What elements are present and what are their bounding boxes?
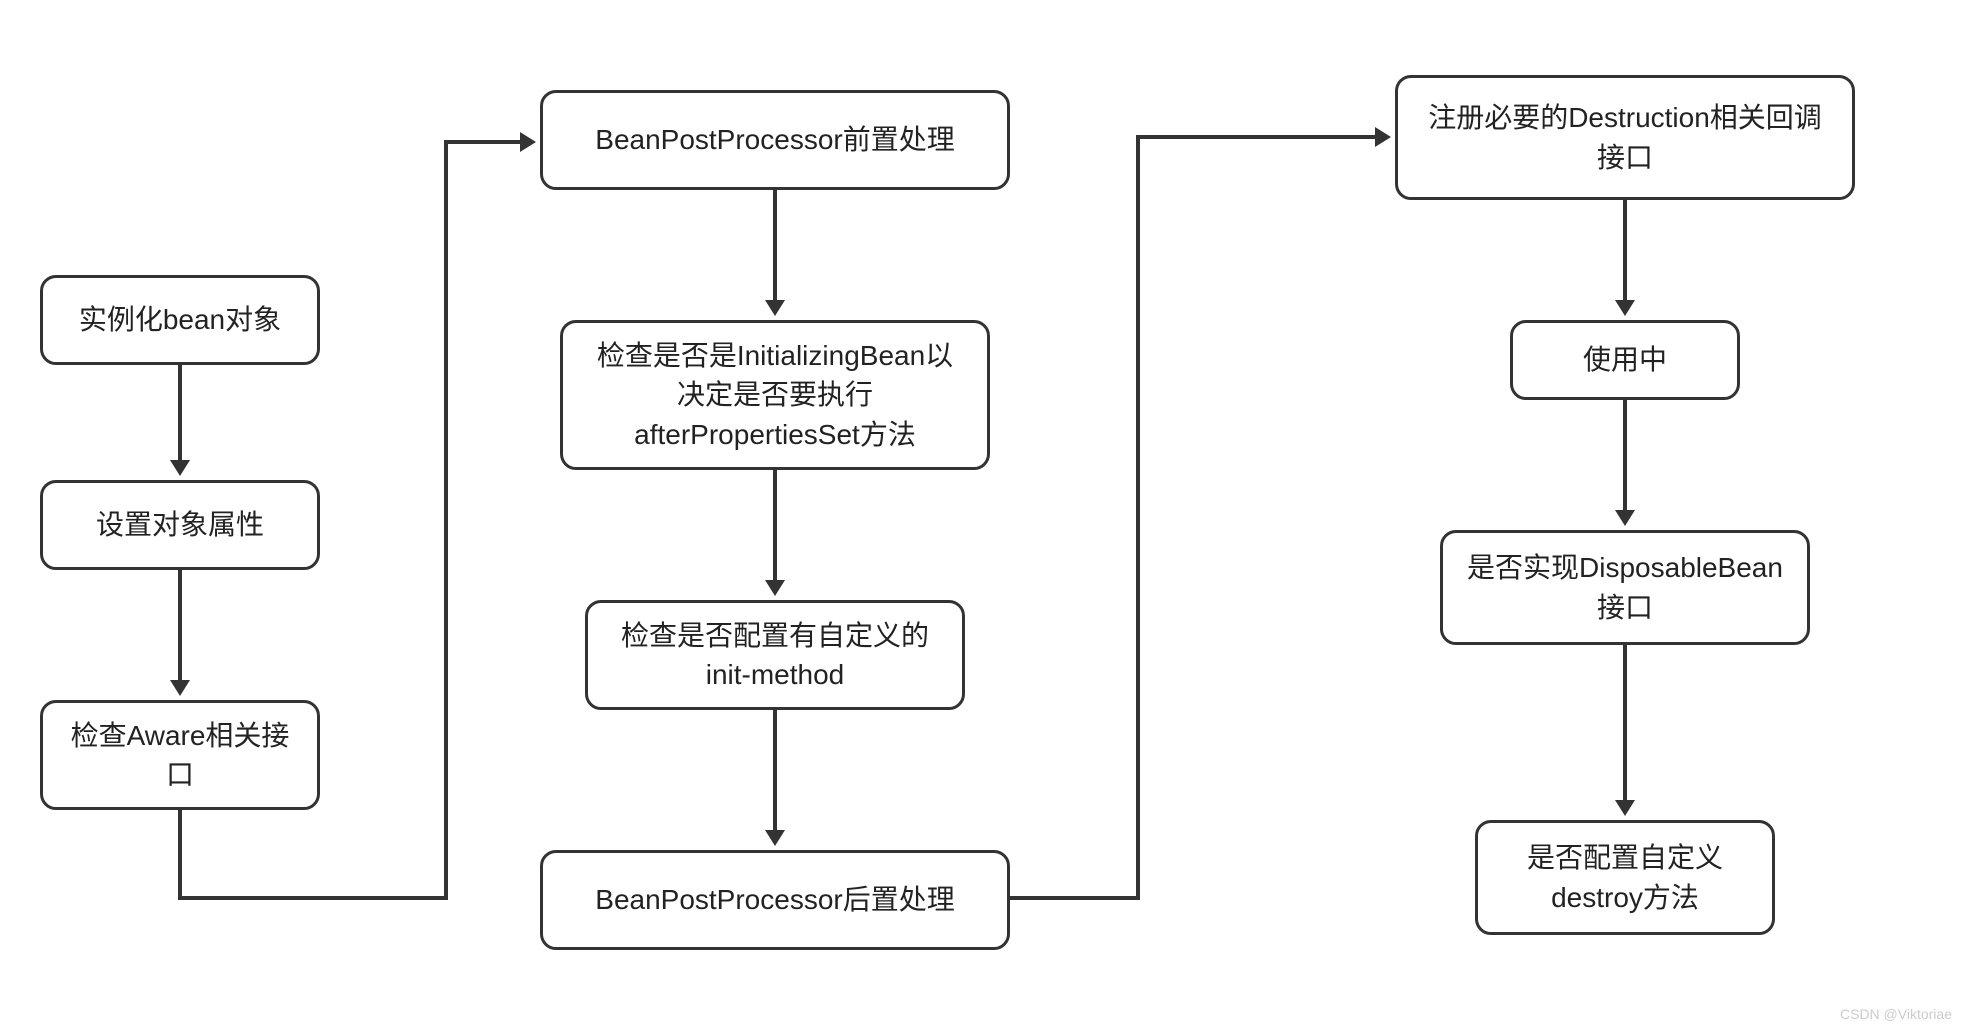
node-check-initializing-bean: 检查是否是InitializingBean以决定是否要执行afterProper… [560,320,990,470]
arrow-line [773,190,777,300]
arrow-head [765,580,785,596]
arrow-line [1136,135,1375,139]
arrow-head [765,830,785,846]
arrow-head [1375,127,1391,147]
node-set-properties: 设置对象属性 [40,480,320,570]
arrow-line [444,140,448,900]
arrow-line [1623,645,1627,800]
watermark-text: CSDN @Viktoriae [1840,1006,1952,1022]
arrow-head [1615,510,1635,526]
node-check-aware: 检查Aware相关接口 [40,700,320,810]
node-instantiate-bean: 实例化bean对象 [40,275,320,365]
arrow-line [1136,135,1140,900]
arrow-head [1615,800,1635,816]
arrow-line [773,470,777,580]
arrow-head [765,300,785,316]
node-in-use: 使用中 [1510,320,1740,400]
arrow-head [170,460,190,476]
arrow-line [178,810,182,900]
node-check-init-method: 检查是否配置有自定义的init-method [585,600,965,710]
arrow-line [178,365,182,460]
arrow-line [444,140,520,144]
arrow-head [1615,300,1635,316]
arrow-line [1010,896,1140,900]
arrow-line [1623,400,1627,510]
node-destruction-callback: 注册必要的Destruction相关回调接口 [1395,75,1855,200]
arrow-head [170,680,190,696]
arrow-head [520,132,536,152]
arrow-line [1623,200,1627,300]
arrow-line [178,570,182,680]
node-disposable-bean: 是否实现DisposableBean接口 [1440,530,1810,645]
arrow-line [178,896,448,900]
node-bpp-before: BeanPostProcessor前置处理 [540,90,1010,190]
node-bpp-after: BeanPostProcessor后置处理 [540,850,1010,950]
arrow-line [773,710,777,830]
node-destroy-method: 是否配置自定义destroy方法 [1475,820,1775,935]
